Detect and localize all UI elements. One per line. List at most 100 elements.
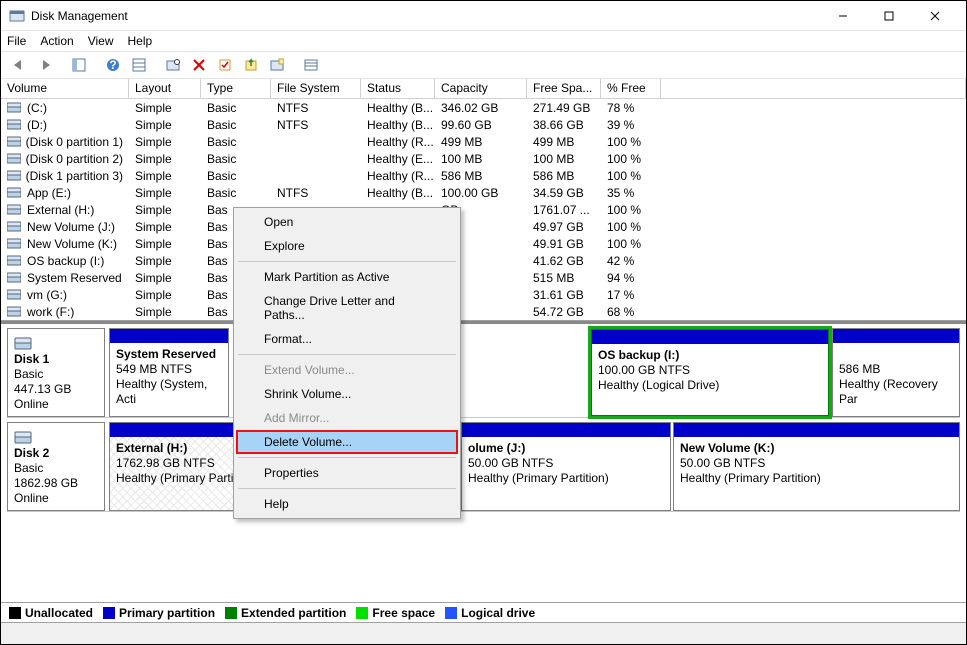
volume-pct: 100 % [601, 220, 661, 234]
partition-size: 50.00 GB NTFS [468, 456, 664, 471]
col-filesystem[interactable]: File System [271, 79, 361, 98]
minimize-button[interactable] [820, 1, 866, 31]
disk-name: Disk 1 [14, 352, 98, 366]
volume-free: 41.62 GB [527, 254, 601, 268]
volume-fs: NTFS [271, 186, 361, 200]
volume-name: New Volume (K:) [27, 237, 117, 251]
volume-type: Basic [201, 169, 271, 183]
volume-status: Healthy (B... [361, 186, 435, 200]
volume-row[interactable]: (Disk 0 partition 1)SimpleBasicHealthy (… [1, 133, 966, 150]
col-status[interactable]: Status [361, 79, 435, 98]
volume-name: (Disk 0 partition 1) [26, 135, 123, 149]
col-free[interactable]: Free Spa... [527, 79, 601, 98]
status-bar [1, 622, 966, 644]
volume-status: Healthy (R... [361, 169, 435, 183]
ctx-properties[interactable]: Properties [236, 461, 458, 485]
ctx-extend-volume: Extend Volume... [236, 358, 458, 382]
disk-icon [14, 431, 32, 445]
volume-layout: Simple [129, 288, 201, 302]
action-icon[interactable] [265, 54, 289, 76]
volume-row[interactable]: OS backup (I:)SimpleBasB41.62 GB42 % [1, 252, 966, 269]
close-button[interactable] [912, 1, 958, 31]
menu-action[interactable]: Action [40, 34, 73, 48]
partition-new-volume-k[interactable]: New Volume (K:) 50.00 GB NTFS Healthy (P… [673, 422, 960, 511]
partition-size: 586 MB [839, 362, 953, 377]
partition-recovery[interactable]: 586 MB Healthy (Recovery Par [832, 328, 960, 417]
volume-row[interactable]: (Disk 0 partition 2)SimpleBasicHealthy (… [1, 150, 966, 167]
disk-header-1[interactable]: Disk 1 Basic 447.13 GB Online [7, 328, 105, 417]
legend: Unallocated Primary partition Extended p… [1, 602, 966, 622]
help-button[interactable]: ? [101, 54, 125, 76]
ctx-shrink-volume[interactable]: Shrink Volume... [236, 382, 458, 406]
volume-pct: 42 % [601, 254, 661, 268]
volume-pct: 78 % [601, 101, 661, 115]
volume-free: 49.97 GB [527, 220, 601, 234]
disk-header-2[interactable]: Disk 2 Basic 1862.98 GB Online [7, 422, 105, 511]
ctx-open[interactable]: Open [236, 210, 458, 234]
legend-logical: Logical drive [445, 606, 535, 620]
back-button[interactable] [7, 54, 31, 76]
ctx-add-mirror: Add Mirror... [236, 406, 458, 430]
volume-layout: Simple [129, 169, 201, 183]
volume-type: Basic [201, 135, 271, 149]
volume-row[interactable]: vm (G:)SimpleBasB31.61 GB17 % [1, 286, 966, 303]
volume-icon [7, 153, 22, 165]
show-hide-console-button[interactable] [67, 54, 91, 76]
ctx-explore[interactable]: Explore [236, 234, 458, 258]
disk-name: Disk 2 [14, 446, 98, 460]
refresh-button[interactable] [161, 54, 185, 76]
volume-row[interactable]: (D:)SimpleBasicNTFSHealthy (B...99.60 GB… [1, 116, 966, 133]
extended-partition-selected[interactable]: OS backup (I:) 100.00 GB NTFS Healthy (L… [590, 328, 830, 417]
partition-new-volume-j[interactable]: olume (J:) 50.00 GB NTFS Healthy (Primar… [461, 422, 671, 511]
disk-icon [14, 337, 32, 351]
disk-size: 447.13 GB [14, 382, 98, 396]
volume-row[interactable]: App (E:)SimpleBasicNTFSHealthy (B...100.… [1, 184, 966, 201]
volume-pct: 94 % [601, 271, 661, 285]
volume-free: 100 MB [527, 152, 601, 166]
volume-row[interactable]: (Disk 1 partition 3)SimpleBasicHealthy (… [1, 167, 966, 184]
apply-icon[interactable] [213, 54, 237, 76]
volume-row[interactable]: (C:)SimpleBasicNTFSHealthy (B...346.02 G… [1, 99, 966, 116]
volume-pct: 100 % [601, 152, 661, 166]
volume-status: Healthy (B... [361, 101, 435, 115]
disk-state: Online [14, 491, 98, 505]
rescan-icon[interactable] [239, 54, 263, 76]
volume-row[interactable]: New Volume (K:)SimpleBasB49.91 GB100 % [1, 235, 966, 252]
col-capacity[interactable]: Capacity [435, 79, 527, 98]
volume-free: 54.72 GB [527, 305, 601, 319]
ctx-change-letter[interactable]: Change Drive Letter and Paths... [236, 289, 458, 327]
ctx-mark-active[interactable]: Mark Partition as Active [236, 265, 458, 289]
volume-layout: Simple [129, 305, 201, 319]
volume-name: New Volume (J:) [27, 220, 115, 234]
col-volume[interactable]: Volume [1, 79, 129, 98]
volume-pct: 100 % [601, 169, 661, 183]
settings-view-button[interactable] [127, 54, 151, 76]
menu-help[interactable]: Help [128, 34, 153, 48]
col-type[interactable]: Type [201, 79, 271, 98]
ctx-help[interactable]: Help [236, 492, 458, 516]
delete-icon[interactable] [187, 54, 211, 76]
forward-button[interactable] [33, 54, 57, 76]
partition-system-reserved[interactable]: System Reserved 549 MB NTFS Healthy (Sys… [109, 328, 229, 417]
volume-pct: 100 % [601, 237, 661, 251]
volume-icon [7, 136, 22, 148]
maximize-button[interactable] [866, 1, 912, 31]
menu-file[interactable]: File [7, 34, 26, 48]
col-pctfree[interactable]: % Free [601, 79, 661, 98]
volume-fs: NTFS [271, 118, 361, 132]
volume-pct: 100 % [601, 135, 661, 149]
volume-row[interactable]: System ReservedSimpleBas515 MB94 % [1, 269, 966, 286]
volume-row[interactable]: New Volume (J:)SimpleBasB49.97 GB100 % [1, 218, 966, 235]
volume-row[interactable]: External (H:)SimpleBasGB1761.07 ...100 % [1, 201, 966, 218]
menu-view[interactable]: View [88, 34, 114, 48]
volume-pct: 35 % [601, 186, 661, 200]
volume-row[interactable]: work (F:)SimpleBasB54.72 GB68 % [1, 303, 966, 320]
legend-free: Free space [356, 606, 435, 620]
ctx-delete-volume[interactable]: Delete Volume... [236, 430, 458, 454]
volume-capacity: 100 MB [435, 152, 527, 166]
ctx-format[interactable]: Format... [236, 327, 458, 351]
col-layout[interactable]: Layout [129, 79, 201, 98]
disk-graphical-view[interactable]: Disk 1 Basic 447.13 GB Online System Res… [1, 321, 966, 531]
list-view-icon[interactable] [299, 54, 323, 76]
partition-name: System Reserved [116, 347, 222, 362]
